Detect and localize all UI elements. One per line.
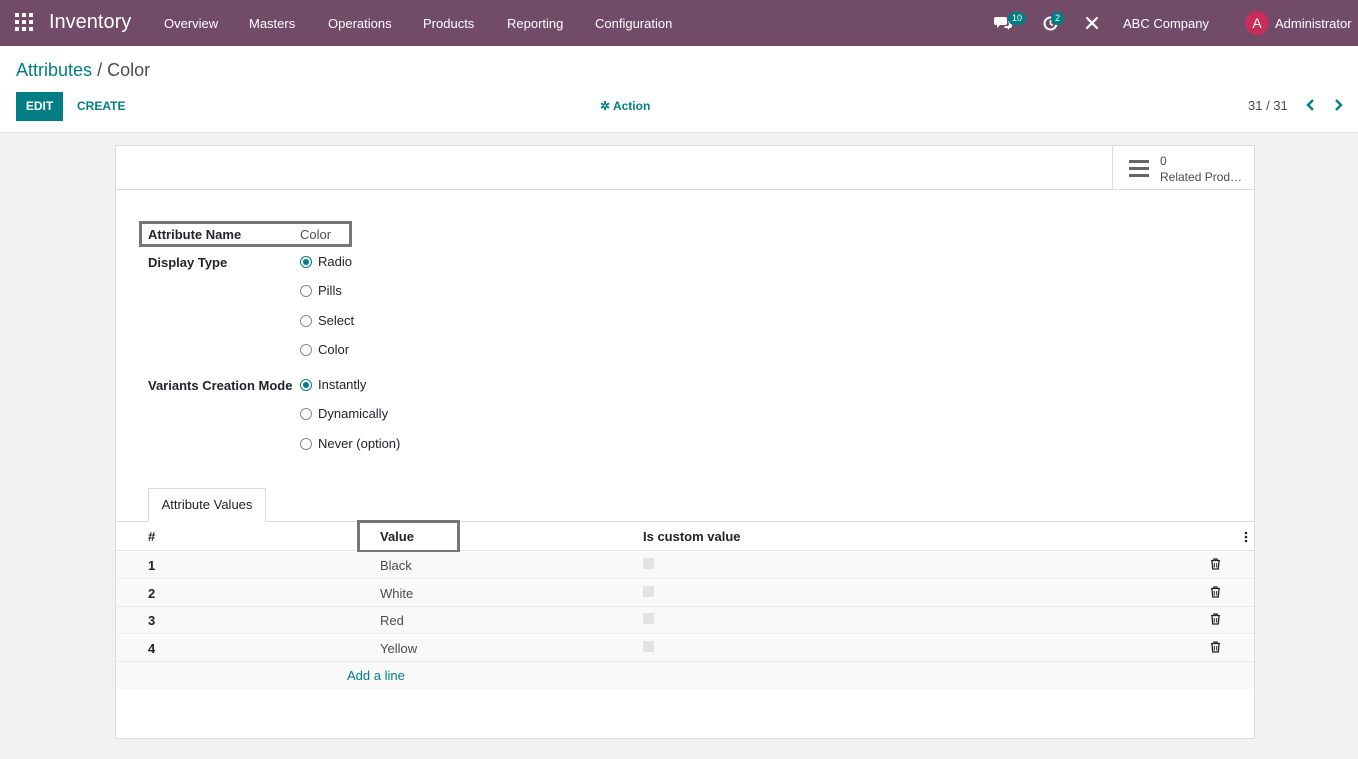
edit-button[interactable]: EDIT	[16, 92, 63, 121]
row-value[interactable]: Black	[380, 558, 412, 573]
breadcrumb-current: Color	[107, 60, 151, 80]
custom-value-checkbox[interactable]	[643, 586, 654, 597]
table-row[interactable]: 4 Yellow	[116, 635, 1254, 662]
table-row[interactable]: 2 White	[116, 580, 1254, 607]
menu-overview[interactable]: Overview	[164, 16, 218, 31]
menu-masters[interactable]: Masters	[249, 16, 295, 31]
breadcrumb-separator: /	[97, 60, 103, 80]
menu-operations[interactable]: Operations	[328, 16, 392, 31]
custom-value-checkbox[interactable]	[643, 558, 654, 569]
top-navbar: Inventory Overview Masters Operations Pr…	[0, 0, 1358, 46]
column-header-value[interactable]: Value	[380, 529, 414, 544]
radio-option-label: Dynamically	[318, 406, 389, 421]
variants-mode-label: Variants Creation Mode	[148, 378, 293, 393]
row-value[interactable]: Yellow	[380, 641, 417, 656]
control-panel: Attributes / Color EDIT CREATE ✲ Action …	[0, 46, 1358, 133]
radio-unchecked-icon	[300, 408, 312, 420]
radio-option-label: Radio	[318, 254, 352, 269]
create-button[interactable]: CREATE	[77, 99, 125, 113]
table-row[interactable]: 1 Black	[116, 552, 1254, 579]
avatar[interactable]: A	[1245, 11, 1269, 35]
debug-tools-icon[interactable]	[1085, 16, 1099, 33]
display-type-label: Display Type	[148, 255, 228, 270]
row-value[interactable]: Red	[380, 613, 404, 628]
messages-badge: 10	[1008, 12, 1027, 25]
pager-next-icon[interactable]	[1334, 98, 1344, 115]
user-menu[interactable]: Administrator	[1275, 16, 1352, 31]
trash-icon[interactable]	[1210, 558, 1221, 573]
add-line-row: Add a line	[116, 662, 1254, 689]
attribute-name-value: Color	[300, 227, 332, 242]
action-menu-button[interactable]: ✲ Action	[600, 99, 650, 113]
row-index: 3	[148, 613, 156, 628]
row-value[interactable]: White	[380, 586, 413, 601]
radio-unchecked-icon	[300, 438, 312, 450]
trash-icon[interactable]	[1210, 641, 1221, 656]
company-switcher[interactable]: ABC Company	[1123, 16, 1209, 31]
column-header-custom[interactable]: Is custom value	[643, 529, 741, 544]
radio-checked-icon	[300, 379, 312, 391]
tab-attribute-values[interactable]: Attribute Values	[148, 488, 266, 522]
button-box: 0 Related Products	[116, 146, 1254, 190]
attribute-name-label: Attribute Name	[148, 227, 242, 242]
radio-unchecked-icon	[300, 315, 312, 327]
custom-value-checkbox[interactable]	[643, 641, 654, 652]
pager-previous-icon[interactable]	[1305, 98, 1315, 115]
row-index: 1	[148, 558, 156, 573]
add-line-link[interactable]: Add a line	[347, 668, 405, 683]
action-label: Action	[612, 99, 651, 113]
menu-configuration[interactable]: Configuration	[595, 16, 672, 31]
trash-icon[interactable]	[1210, 613, 1221, 628]
form-sheet: 0 Related Products Attribute Name Color …	[115, 145, 1255, 739]
list-bars-icon	[1129, 160, 1149, 180]
breadcrumb: Attributes / Color	[16, 60, 150, 81]
menu-reporting[interactable]: Reporting	[507, 16, 563, 31]
radio-option-label: Never (option)	[318, 436, 401, 451]
trash-icon[interactable]	[1210, 586, 1221, 601]
table-row[interactable]: 3 Red	[116, 607, 1254, 634]
radio-unchecked-icon	[300, 285, 312, 297]
radio-option-label: Instantly	[318, 377, 367, 392]
menu-products[interactable]: Products	[423, 16, 474, 31]
related-products-label: Related Products	[1160, 170, 1246, 184]
custom-value-checkbox[interactable]	[643, 613, 654, 624]
related-products-count: 0	[1160, 154, 1167, 168]
related-products-button[interactable]: 0 Related Products	[1112, 146, 1254, 190]
breadcrumb-attributes[interactable]: Attributes	[16, 60, 92, 80]
gear-icon: ✲	[600, 99, 611, 113]
column-header-index[interactable]: #	[148, 529, 155, 544]
radio-unchecked-icon	[300, 344, 312, 356]
table-header: # Value Is custom value	[116, 520, 1254, 553]
apps-grid-icon[interactable]	[15, 13, 35, 33]
radio-option-label: Pills	[318, 283, 342, 298]
row-index: 2	[148, 586, 156, 601]
column-options-icon[interactable]	[1244, 531, 1248, 546]
row-index: 4	[148, 641, 156, 656]
radio-option-label: Color	[318, 342, 350, 357]
activities-badge: 2	[1051, 12, 1065, 25]
radio-option-label: Select	[318, 313, 355, 328]
pager-value[interactable]: 31 / 31	[1248, 98, 1288, 113]
radio-checked-icon	[300, 256, 312, 268]
app-name[interactable]: Inventory	[49, 11, 131, 34]
